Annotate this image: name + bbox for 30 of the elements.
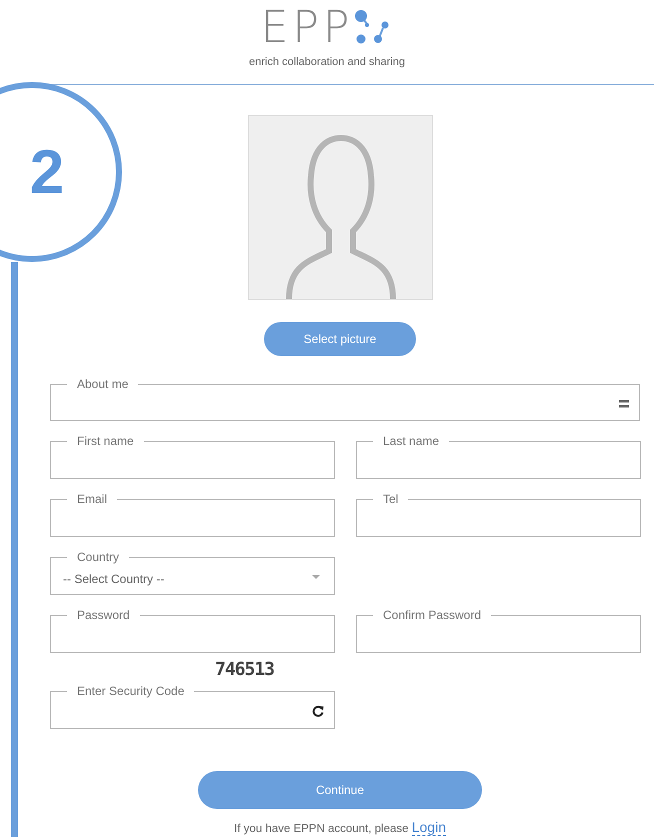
logo-wordmark: EPP xyxy=(260,6,354,50)
field-label: Last name xyxy=(382,435,440,447)
field-label: First name xyxy=(76,435,135,447)
continue-button[interactable]: Continue xyxy=(198,771,482,809)
logo-tagline: enrich collaboration and sharing xyxy=(249,55,405,70)
refresh-icon xyxy=(312,705,324,717)
input-field[interactable]: Tel xyxy=(356,493,641,537)
login-prompt-text: If you have EPPN account, please xyxy=(234,823,410,835)
input-field[interactable]: Enter Security Code xyxy=(50,685,335,729)
field-label: Country xyxy=(76,551,120,563)
input-field[interactable]: Password xyxy=(50,609,335,653)
step-number: 2 xyxy=(30,136,64,208)
field-label: Tel xyxy=(382,493,400,505)
input-field[interactable]: Country -- Select Country -- xyxy=(50,551,335,595)
security-code: 746513 xyxy=(215,661,274,679)
field-label: Enter Security Code xyxy=(76,685,186,697)
resize-handle-icon xyxy=(619,400,629,408)
select-picture-button[interactable]: Select picture xyxy=(264,322,416,356)
input-field[interactable]: About me xyxy=(50,378,640,421)
input-field[interactable]: Email xyxy=(50,493,335,537)
field-label: About me xyxy=(76,378,130,390)
login-link[interactable]: Login xyxy=(412,819,446,836)
field-label: Email xyxy=(76,493,108,505)
caret-icon xyxy=(312,575,320,579)
input-field[interactable]: Last name xyxy=(356,435,641,479)
input-field[interactable]: First name xyxy=(50,435,335,479)
country-select[interactable]: -- Select Country -- xyxy=(59,564,326,594)
field-label: Confirm Password xyxy=(382,609,482,621)
input-field[interactable]: Confirm Password xyxy=(356,609,641,653)
field-label: Password xyxy=(76,609,131,621)
